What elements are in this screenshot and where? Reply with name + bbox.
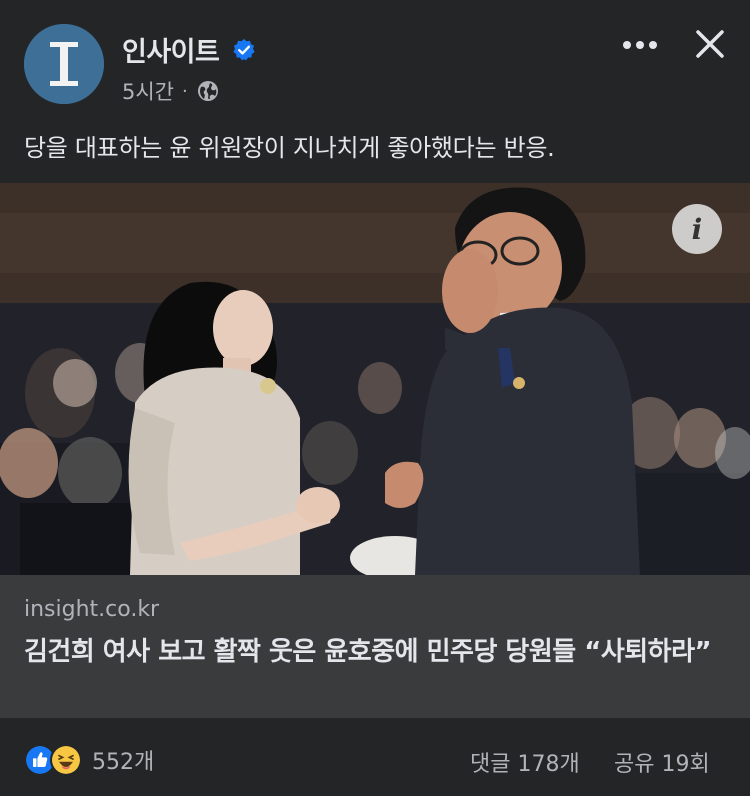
- meta-separator: ·: [182, 80, 188, 102]
- globe-icon: [197, 81, 218, 101]
- post-header: 인사이트 5시간 ·: [0, 0, 750, 120]
- post-photo[interactable]: [0, 183, 750, 575]
- more-options-icon[interactable]: [620, 30, 660, 60]
- link-headline[interactable]: 김건희 여사 보고 활짝 웃은 윤호중에 민주당 당원들 “사퇴하라”: [24, 633, 730, 671]
- post-caption: 당을 대표하는 윤 위원장이 지나치게 좋아했다는 반응.: [24, 134, 555, 162]
- post-meta: 5시간 ·: [122, 76, 220, 106]
- post-time[interactable]: 5시간: [122, 76, 174, 106]
- page-name[interactable]: 인사이트: [122, 30, 220, 69]
- info-icon[interactable]: i: [672, 204, 722, 254]
- reaction-count: 552개: [92, 750, 155, 775]
- verified-badge-icon: [233, 39, 255, 61]
- post-footer: 552개 댓글 178개 공유 19회: [0, 718, 750, 796]
- insight-logo: [24, 24, 104, 104]
- shares-count[interactable]: 공유 19회: [614, 746, 710, 778]
- page-avatar[interactable]: [24, 24, 104, 104]
- photo-illustration: [0, 183, 750, 575]
- link-domain: insight.co.kr: [24, 597, 160, 622]
- comments-count[interactable]: 댓글 178개: [470, 746, 580, 778]
- link-preview[interactable]: insight.co.kr 김건희 여사 보고 활짝 웃은 윤호중에 민주당 당…: [0, 575, 750, 718]
- haha-reaction-icon: [50, 744, 82, 776]
- facebook-post: 인사이트 5시간 · 당을 대표하는 윤 위원장이 지나치게 좋아했다는 반응.: [0, 0, 750, 796]
- reactions-summary[interactable]: 552개: [24, 744, 154, 776]
- close-icon[interactable]: [690, 24, 730, 64]
